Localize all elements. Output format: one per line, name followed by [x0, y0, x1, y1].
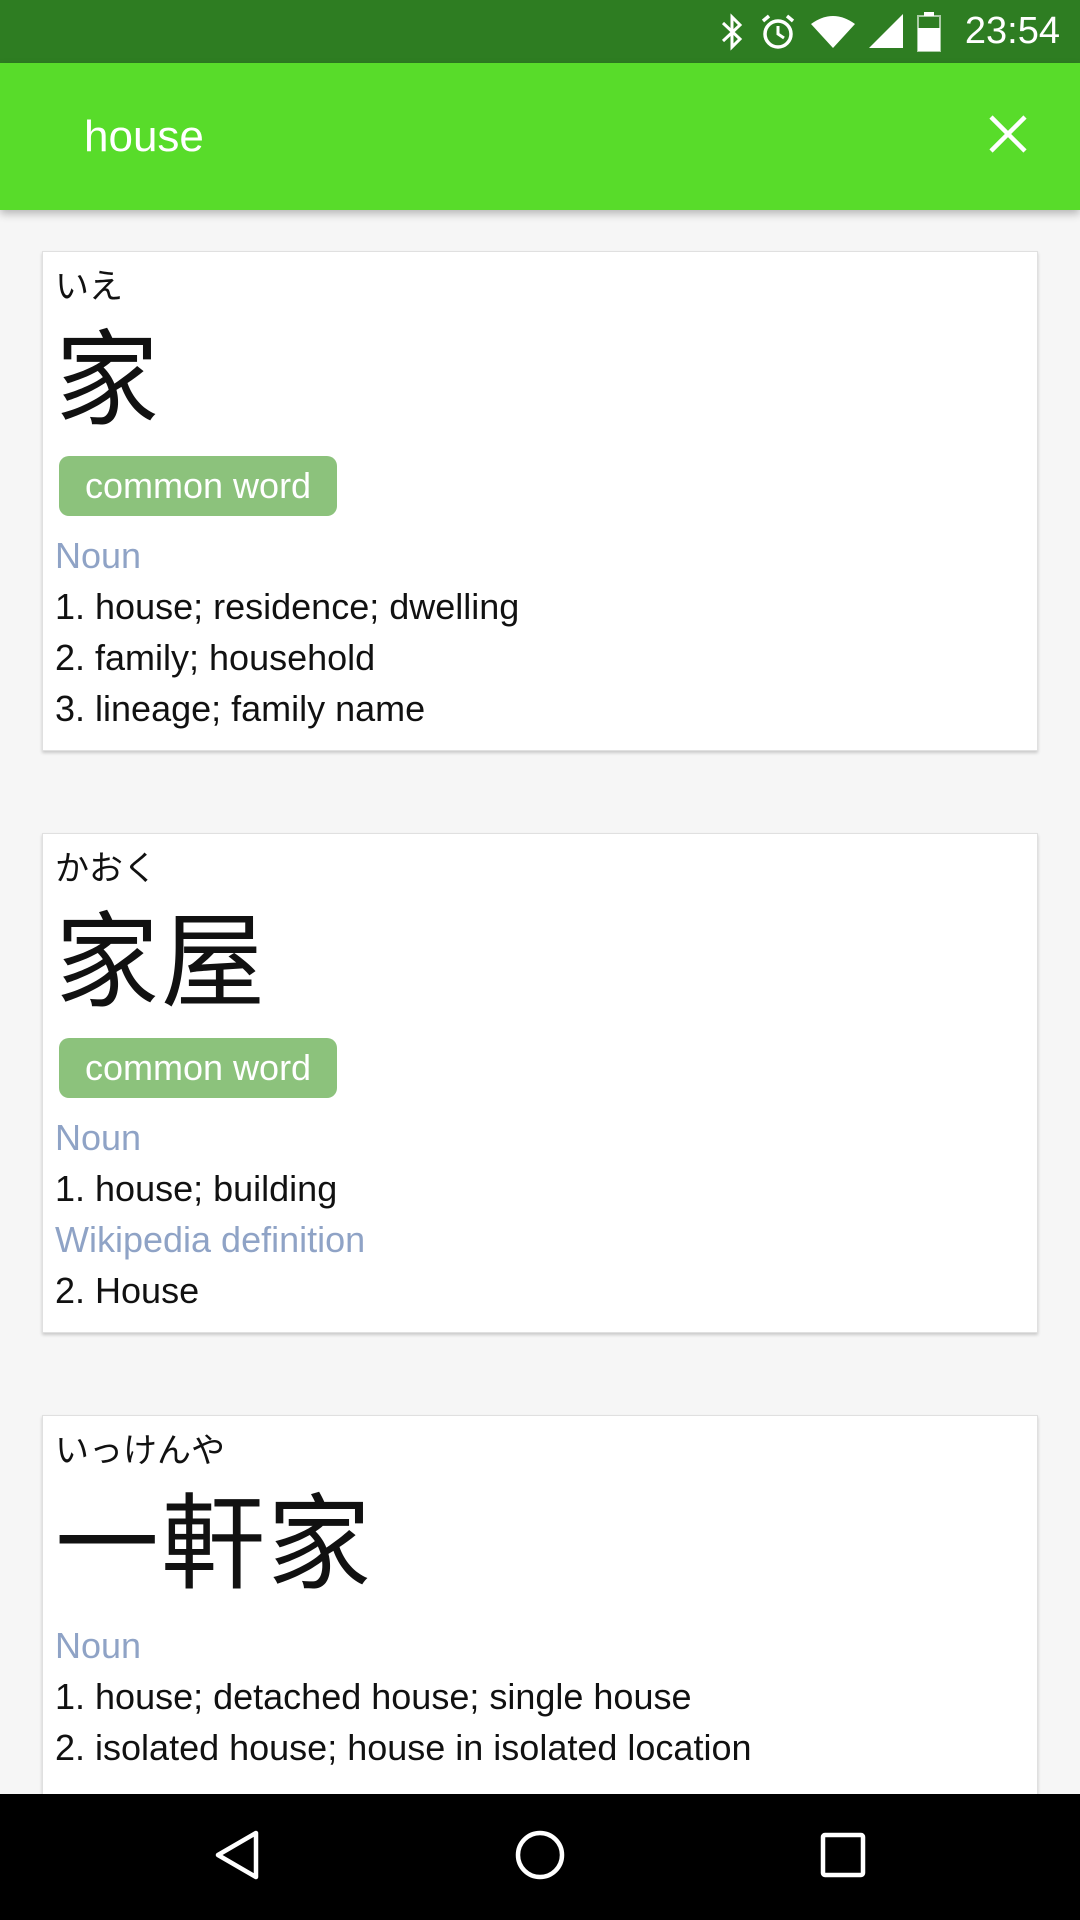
wifi-icon — [810, 14, 855, 50]
reading: いえ — [55, 267, 123, 307]
battery-icon — [916, 11, 941, 52]
kanji-word: 家 — [55, 319, 162, 441]
alarm-icon — [759, 13, 797, 51]
recents-icon — [820, 1832, 866, 1882]
definition: 1. house; building — [55, 1168, 338, 1209]
definition: 1. house; residence; dwelling — [55, 586, 520, 627]
definition: 2. isolated house; house in isolated loc… — [55, 1727, 752, 1768]
reading: かおく — [55, 849, 157, 889]
cell-signal-icon — [868, 13, 903, 50]
status-bar: 23:54 — [0, 0, 1080, 63]
common-word-badge: common word — [59, 456, 338, 516]
status-time: 23:54 — [964, 10, 1060, 52]
common-word-badge: common word — [59, 1038, 338, 1098]
badge-row: common word — [55, 442, 1025, 530]
reading: いっけんや — [55, 1431, 225, 1471]
result-card[interactable]: いえ 家 common word Noun 1. house; residenc… — [42, 251, 1038, 751]
definition: 2. House — [55, 1270, 200, 1311]
results-list[interactable]: いえ 家 common word Noun 1. house; residenc… — [0, 210, 1080, 1794]
definition: 2. family; household — [55, 637, 376, 678]
close-icon — [988, 114, 1028, 158]
navigation-bar — [0, 1794, 1080, 1920]
home-button[interactable] — [507, 1824, 573, 1890]
close-button[interactable] — [976, 104, 1040, 168]
badge-row: common word — [55, 1024, 1025, 1112]
result-card[interactable]: かおく 家屋 common word Noun 1. house; buildi… — [42, 833, 1038, 1333]
kanji-word: 家屋 — [55, 901, 268, 1023]
recents-button[interactable] — [810, 1824, 876, 1890]
part-of-speech: Noun — [55, 1117, 142, 1158]
part-of-speech: Noun — [55, 1625, 142, 1666]
definition: 3. lineage; family name — [55, 688, 426, 729]
part-of-speech: Noun — [55, 535, 142, 576]
part-of-speech: Wikipedia definition — [55, 1219, 366, 1260]
back-icon — [214, 1830, 260, 1884]
result-card[interactable]: いっけんや 一軒家 Noun 1. house; detached house;… — [42, 1415, 1038, 1794]
back-button[interactable] — [204, 1824, 270, 1890]
status-icons: 23:54 — [719, 0, 1060, 63]
bluetooth-icon — [719, 12, 745, 51]
definition: 1. house; detached house; single house — [55, 1676, 692, 1717]
home-icon — [514, 1829, 566, 1885]
kanji-word: 一軒家 — [55, 1483, 374, 1605]
app-bar: house — [0, 63, 1080, 210]
search-query[interactable]: house — [84, 63, 204, 210]
